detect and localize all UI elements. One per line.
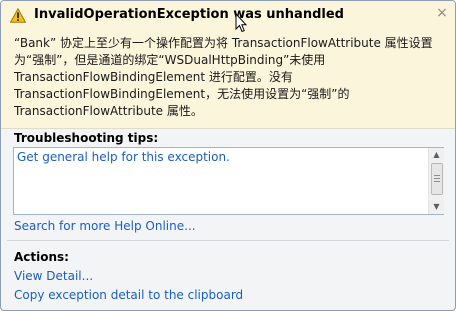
search-help-online-link[interactable]: Search for more Help Online... bbox=[14, 219, 196, 233]
header-divider bbox=[1, 128, 455, 129]
thumb-grip-line bbox=[434, 175, 440, 176]
exception-assistant-dialog: InvalidOperationException was unhandled … bbox=[0, 0, 456, 311]
scroll-up-icon[interactable]: ▲ bbox=[429, 148, 444, 162]
troubleshooting-heading: Troubleshooting tips: bbox=[14, 131, 159, 145]
scroll-thumb[interactable] bbox=[431, 163, 443, 195]
dialog-header: InvalidOperationException was unhandled … bbox=[1, 1, 455, 128]
thumb-grip-line bbox=[434, 178, 440, 179]
thumb-grip-line bbox=[434, 181, 440, 182]
warning-icon bbox=[10, 8, 26, 23]
troubleshooting-tips-list[interactable]: Get general help for this exception. ▲ ▼ bbox=[13, 147, 444, 215]
copy-exception-detail-link[interactable]: Copy exception detail to the clipboard bbox=[14, 288, 243, 302]
tips-scrollbar[interactable]: ▲ ▼ bbox=[428, 148, 444, 214]
close-icon[interactable]: × bbox=[435, 5, 449, 21]
dialog-title: InvalidOperationException was unhandled bbox=[34, 7, 344, 22]
scroll-down-icon[interactable]: ▼ bbox=[429, 200, 444, 214]
mouse-pointer-icon bbox=[235, 13, 247, 33]
tip-link-general-help[interactable]: Get general help for this exception. bbox=[17, 150, 230, 164]
actions-heading: Actions: bbox=[14, 250, 69, 264]
view-detail-link[interactable]: View Detail... bbox=[14, 269, 93, 283]
section-divider bbox=[7, 240, 449, 241]
exception-message: “Bank” 协定上至少有一个操作配置为将 TransactionFlowAtt… bbox=[14, 36, 433, 118]
title-bar: InvalidOperationException was unhandled … bbox=[1, 1, 455, 33]
